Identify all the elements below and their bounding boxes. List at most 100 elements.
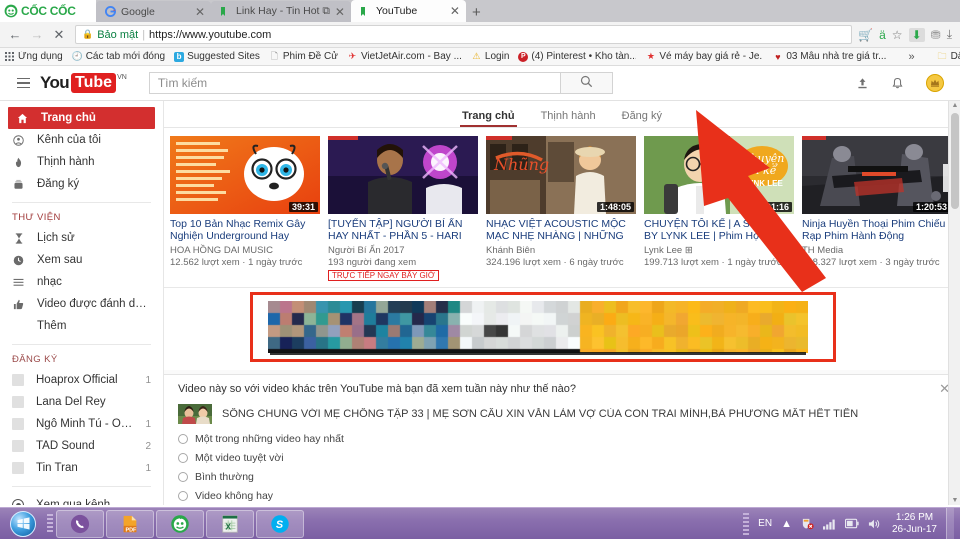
video-card[interactable]: [TUYỂN TẬP] NGƯỜI BÍ ẨN HAY NHẤT - PHẦN … [328,136,478,281]
video-channel[interactable]: Lynk Lee ⊞ [644,245,794,256]
show-desktop-button[interactable] [946,507,954,540]
browser-tab-google[interactable]: Google ✕ [96,1,211,22]
video-card[interactable]: Nhũng 1:48:05 NHẠC VIỆT ACOUSTIC MỘC MẠC… [486,136,636,281]
video-thumbnail[interactable]: Chuyện tôi kể LYNK LEE 1:01:16 [644,136,794,214]
stop-icon[interactable]: ✕ [49,25,69,45]
taskbar-viber-button[interactable] [56,509,104,538]
browser-tab-linkhay[interactable]: Link Hay - Tin Hot ⧉ ✕ [211,1,351,22]
sidebar-subscription-lanadelrey[interactable]: Lana Del Rey [0,391,163,413]
tray-grip[interactable] [743,512,750,535]
taskbar-excel-button[interactable]: X [206,509,254,538]
cart-icon[interactable]: 🛒 [858,28,873,42]
sidebar-subscription-tadsound[interactable]: TAD Sound 2 [0,435,163,457]
page-scrollbar[interactable]: ▲ ▼ [948,101,960,505]
network-signal-icon[interactable] [822,518,836,530]
close-icon[interactable]: ✕ [335,6,345,18]
bookmark-ve-may-bay[interactable]: ★ Vé máy bay giá rẻ - Je... [645,51,764,62]
sidebar-item-thinh-hanh[interactable]: Thịnh hành [0,151,163,173]
youtube-logo[interactable]: You Tube VN [40,73,127,93]
radio-button[interactable] [178,472,188,482]
taskbar-coccoc-button[interactable] [156,509,204,538]
video-title[interactable]: CHUYỆN TÔI KỂ | A STORY BY LYNK LEE | Ph… [644,218,794,242]
bookmark-nha-tre[interactable]: ♥ 03 Mẫu nhà tre giá tr... [772,51,886,62]
translate-icon[interactable]: ä [879,28,886,42]
bookmark-star-icon[interactable]: ☆ [892,28,903,42]
save-icon[interactable]: ⤓ [947,27,952,42]
scroll-up-arrow-icon[interactable]: ▲ [951,102,959,109]
video-title[interactable]: NHẠC VIỆT ACOUSTIC MỘC MẠC NHẸ NHÀNG | N… [486,218,636,242]
bookmark-recent-tabs[interactable]: 🕘 Các tab mới đóng [72,51,165,62]
sidebar-item-nhac[interactable]: nhạc [0,271,163,293]
volume-icon[interactable] [868,518,881,530]
browser-tab-youtube[interactable]: YouTube ✕ [350,0,466,22]
language-indicator[interactable]: EN [758,518,772,529]
bookmark-vietjetair[interactable]: ✈ VietJetAir.com - Bay ... [347,51,462,62]
sidebar-item-xem-sau[interactable]: Xem sau [0,249,163,271]
bookmark-apps[interactable]: Ứng dụng [4,51,63,62]
video-card[interactable]: 1:20:53 Ninja Huyền Thoại Phim Chiếu Rạp… [802,136,952,281]
search-button[interactable] [560,72,613,94]
taskbar-grip[interactable] [47,513,53,534]
forward-icon[interactable]: → [27,25,47,45]
sidebar-subscription-tintran[interactable]: Tin Tran 1 [0,457,163,479]
guide-menu-icon[interactable] [10,70,36,96]
close-icon[interactable]: ✕ [195,6,205,18]
video-channel[interactable]: TH Media [802,245,952,256]
radio-button[interactable] [178,453,188,463]
search-input[interactable]: Tìm kiếm [148,72,561,94]
video-thumbnail[interactable]: Nhũng 1:48:05 [486,136,636,214]
sidebar-item-trang-chu[interactable]: Trang chủ [8,107,155,129]
video-card[interactable]: 39:31 Top 10 Bản Nhạc Remix Gây Nghiện U… [170,136,320,281]
video-title[interactable]: Ninja Huyền Thoại Phim Chiếu Rạp Phim Hà… [802,218,952,242]
sidebar-subscription-hoaprox[interactable]: Hoaprox Official 1 [0,369,163,391]
video-thumbnail[interactable] [328,136,478,214]
sidebar-item-kenh-cua-toi[interactable]: Kênh của tôi [0,129,163,151]
bookmark-other-folder[interactable]: 🗀 Dấu trang khác [937,51,960,62]
extension-icon[interactable]: ⛃ [931,28,941,42]
sidebar-item-xem-qua-kenh[interactable]: Xem qua kênh [0,494,163,505]
survey-option-0[interactable]: Một trong những video hay nhất [178,433,946,445]
close-icon[interactable]: ✕ [450,5,460,17]
sidebar-item-them[interactable]: Thêm [0,315,163,337]
video-channel[interactable]: Khánh Biên [486,245,636,256]
bookmark-phim-de-cu[interactable]: 🗋 Phim Đề Cử [269,51,338,62]
tab-dang-ky[interactable]: Đăng ký [622,110,662,127]
upload-icon[interactable] [856,77,869,90]
address-bar[interactable]: 🔒 Bảo mật | https://www.youtube.com [75,25,853,44]
survey-option-2[interactable]: Bình thường [178,471,946,483]
sidebar-subscription-ngominhtu[interactable]: Ngô Minh Tú - On ... 1 [0,413,163,435]
survey-video[interactable]: SỐNG CHUNG VỚI MẸ CHỒNG TẬP 33 | MẸ SƠN … [178,404,946,424]
show-hidden-icon[interactable]: ▲ [781,518,792,530]
bookmarks-overflow-icon[interactable]: » [904,51,918,63]
battery-icon[interactable] [844,518,859,529]
survey-option-3[interactable]: Video không hay [178,490,946,502]
video-title[interactable]: Top 10 Bản Nhạc Remix Gây Nghiện Undergr… [170,218,320,242]
start-button[interactable] [2,509,44,539]
taskbar-pdf-button[interactable]: PDF [106,509,154,538]
video-title[interactable]: [TUYỂN TẬP] NGƯỜI BÍ ẨN HAY NHẤT - PHẦN … [328,218,478,242]
sidebar-item-dang-ky[interactable]: Đăng ký [0,173,163,195]
new-tab-button[interactable]: + [466,5,487,22]
clock[interactable]: 1:26 PM 26-Jun-17 [890,512,937,536]
taskbar-skype-button[interactable]: S [256,509,304,538]
download-icon[interactable]: ⬇ [908,27,925,42]
notifications-bell-icon[interactable] [891,77,904,90]
scroll-down-arrow-icon[interactable]: ▼ [951,497,959,504]
tab-trang-chu[interactable]: Trang chủ [460,110,517,127]
radio-button[interactable] [178,491,188,501]
tab-thinh-hanh[interactable]: Thịnh hành [541,110,596,127]
security-shield-icon[interactable] [801,517,814,530]
video-thumbnail[interactable]: 39:31 [170,136,320,214]
sidebar-item-video-danh-dau[interactable]: Video được đánh dấu t... [0,293,163,315]
back-icon[interactable]: ← [5,25,25,45]
bookmark-login[interactable]: ⚠ Login [471,51,509,62]
video-channel[interactable]: Người Bí Ẩn 2017 [328,245,478,256]
video-card[interactable]: Chuyện tôi kể LYNK LEE 1:01:16 CHUYỆN TÔ… [644,136,794,281]
avatar[interactable] [926,74,944,92]
bookmark-suggested-sites[interactable]: b Suggested Sites [174,51,260,62]
sidebar-item-lich-su[interactable]: Lịch sử [0,227,163,249]
video-thumbnail[interactable]: 1:20:53 [802,136,952,214]
radio-button[interactable] [178,434,188,444]
video-channel[interactable]: HOA HỒNG DAI MUSIC [170,245,320,256]
scrollbar-thumb[interactable] [951,113,959,209]
